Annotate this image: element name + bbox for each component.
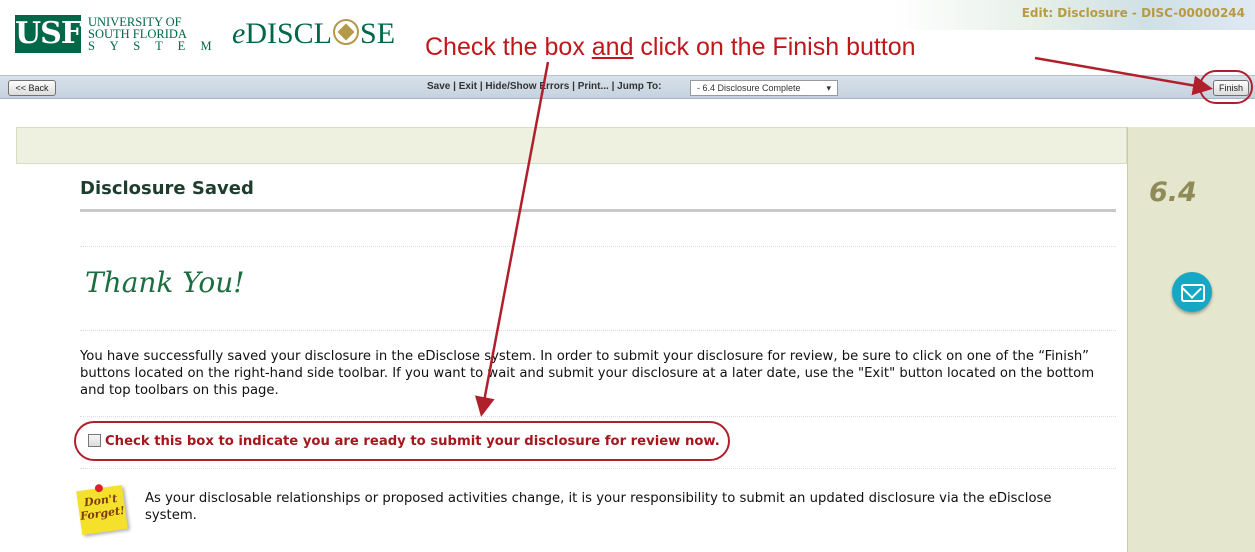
annotation-part2: click on the Finish button — [633, 33, 916, 61]
separator: | — [608, 81, 618, 92]
edit-title: Edit: Disclosure - DISC-00000244 — [1021, 6, 1245, 20]
separator: | — [450, 81, 459, 92]
page: USF UNIVERSITY OF SOUTH FLORIDA S Y S T … — [0, 0, 1255, 552]
annotation-part1: Check the box — [425, 33, 592, 61]
success-message: You have successfully saved your disclos… — [80, 349, 1095, 398]
exit-link[interactable]: Exit — [459, 81, 477, 92]
university-line3: S Y S T E M — [88, 39, 218, 53]
section-divider — [80, 468, 1116, 469]
app-logo: eDISCL SE — [232, 16, 395, 52]
save-link[interactable]: Save — [427, 81, 450, 92]
separator: | — [569, 81, 578, 92]
sticky-note-icon: Don't Forget! — [76, 483, 128, 535]
section-divider — [80, 330, 1116, 331]
app-logo-part2: SE — [360, 17, 396, 50]
page-title: Disclosure Saved — [80, 178, 254, 199]
print-link[interactable]: Print... — [578, 81, 609, 92]
step-number: 6.4 — [1149, 177, 1197, 208]
app-logo-prefix: e — [232, 17, 246, 50]
content-header-band — [16, 127, 1127, 164]
compass-icon — [333, 19, 360, 45]
chevron-down-icon: ▾ — [826, 83, 831, 93]
mail-icon[interactable] — [1172, 272, 1212, 312]
jump-to-label: Jump To: — [617, 81, 662, 92]
pin-icon — [94, 483, 104, 493]
back-button[interactable]: << Back — [8, 80, 56, 96]
checkbox-highlight-oval — [74, 421, 730, 461]
section-divider — [80, 246, 1116, 247]
hide-show-errors-link[interactable]: Hide/Show Errors — [485, 81, 569, 92]
app-logo-part1: DISCL — [245, 17, 333, 50]
toolbar-links: Save | Exit | Hide/Show Errors | Print..… — [427, 81, 661, 92]
finish-highlight-oval — [1199, 70, 1253, 104]
top-toolbar: << Back Save | Exit | Hide/Show Errors |… — [0, 75, 1255, 99]
annotation-underlined: and — [591, 33, 634, 61]
jump-to-selected: - 6.4 Disclosure Complete — [697, 83, 801, 93]
title-divider — [80, 209, 1116, 212]
section-divider — [80, 416, 1116, 417]
annotation-instruction: Check the box and click on the Finish bu… — [425, 33, 916, 61]
jump-to-select[interactable]: - 6.4 Disclosure Complete ▾ — [690, 80, 838, 96]
reminder-message: As your disclosable relationships or pro… — [145, 491, 1052, 523]
usf-logo: USF — [15, 15, 82, 53]
university-name: UNIVERSITY OF SOUTH FLORIDA S Y S T E M — [88, 16, 218, 53]
thank-you-heading: Thank You! — [85, 266, 245, 299]
